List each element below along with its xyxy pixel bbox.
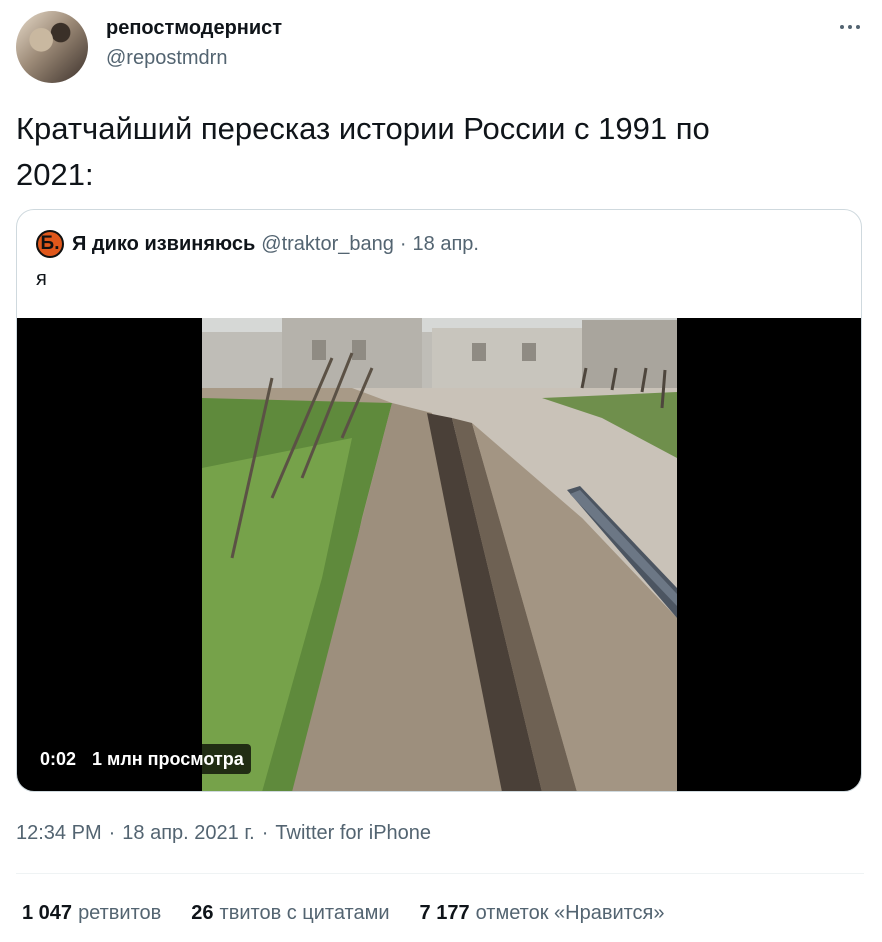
video-frame xyxy=(202,318,677,791)
retweet-label: ретвитов xyxy=(78,902,162,924)
quoted-author-handle[interactable]: @traktor_bang xyxy=(261,233,394,256)
video-thumbnail-scene xyxy=(202,318,677,791)
stat-quote-tweets[interactable]: 26 твитов с цитатами xyxy=(191,902,389,925)
more-horizontal-icon-dot xyxy=(856,25,860,29)
like-count: 7 177 xyxy=(419,902,470,924)
retweet-count: 1 047 xyxy=(22,902,73,924)
video-duration: 0:02 xyxy=(40,748,77,769)
tweet-text: Кратчайший пересказ истории России с 199… xyxy=(16,111,710,192)
quoted-tweet-card[interactable]: Б. Я дико извиняюсь @traktor_bang · 18 а… xyxy=(16,209,862,792)
tweet-metadata: 12:34 PM · 18 апр. 2021 г. · Twitter for iPh… xyxy=(16,822,431,845)
author-display-name[interactable]: репостмодернист xyxy=(106,17,282,40)
stat-retweets[interactable]: 1 047 ретвитов xyxy=(22,902,161,925)
more-horizontal-icon xyxy=(840,25,844,29)
tweet-time[interactable]: 12:34 PM xyxy=(16,822,102,844)
tweet-source[interactable]: Twitter for iPhone xyxy=(275,822,431,844)
more-horizontal-icon-dot xyxy=(848,25,852,29)
video-views: 1 млн просмотра xyxy=(92,748,244,769)
engagement-stats: 1 047 ретвитов 26 твитов с цитатами 7 177 о… xyxy=(22,902,695,925)
meta-separator-2: · xyxy=(261,822,269,844)
author-avatar[interactable] xyxy=(16,11,88,83)
stat-likes[interactable]: 7 177 отметок «Нравится» xyxy=(420,902,665,925)
tweet-date[interactable]: 18 апр. 2021 г. xyxy=(122,822,254,844)
quoted-tweet-text: я xyxy=(36,268,47,290)
video-player[interactable]: 0:02 1 млн просмотра xyxy=(17,318,861,791)
quoted-date[interactable]: 18 апр. xyxy=(413,233,479,256)
more-options-button[interactable] xyxy=(834,14,866,40)
quoted-tweet-header: Б. Я дико извиняюсь @traktor_bang · 18 а… xyxy=(36,230,479,258)
quote-label: твитов с цитатами xyxy=(219,902,390,924)
author-handle[interactable]: @repostmdrn xyxy=(106,47,227,70)
quoted-author-name[interactable]: Я дико извиняюсь xyxy=(72,233,255,256)
quoted-author-avatar[interactable]: Б. xyxy=(36,230,64,258)
video-info-badge: 0:02 1 млн просмотра xyxy=(33,744,251,774)
like-label: отметок «Нравится» xyxy=(475,902,665,924)
quoted-separator: · xyxy=(399,232,407,255)
meta-separator: · xyxy=(108,822,116,844)
quote-count: 26 xyxy=(191,902,214,924)
divider xyxy=(16,873,864,874)
